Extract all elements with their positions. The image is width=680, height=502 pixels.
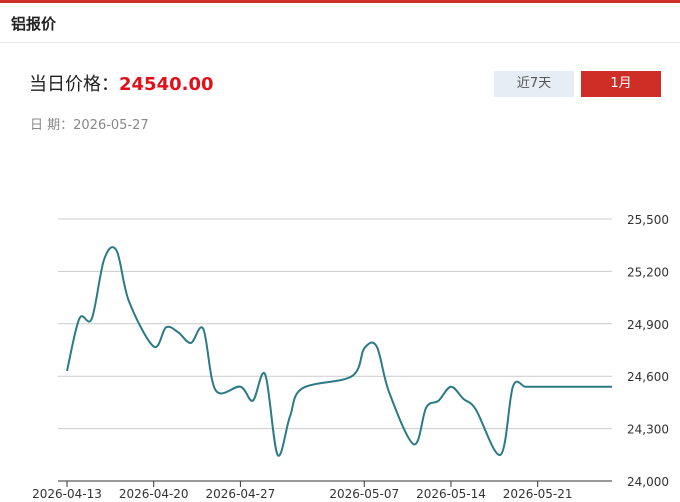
y-tick-label: 24,300 bbox=[627, 423, 669, 437]
y-tick-label: 25,500 bbox=[627, 213, 669, 227]
price-line-chart: 24,000 24,300 24,600 24,900 25,200 25,500 2026… bbox=[32, 213, 669, 501]
x-tick-label: 2026-05-21 bbox=[503, 487, 573, 501]
x-tick-label: 2026-05-14 bbox=[416, 487, 486, 501]
y-tick-label: 24,900 bbox=[627, 318, 669, 332]
x-tick-label: 2026-04-13 bbox=[32, 487, 102, 501]
x-tick-label: 2026-04-27 bbox=[206, 487, 276, 501]
y-tick-label: 25,200 bbox=[627, 265, 669, 279]
x-tick-label: 2026-04-20 bbox=[119, 487, 189, 501]
y-tick-label: 24,000 bbox=[627, 475, 669, 489]
series-line bbox=[66, 246, 612, 457]
y-tick-label: 24,600 bbox=[627, 370, 669, 384]
x-tick-label: 2026-05-07 bbox=[329, 487, 399, 501]
